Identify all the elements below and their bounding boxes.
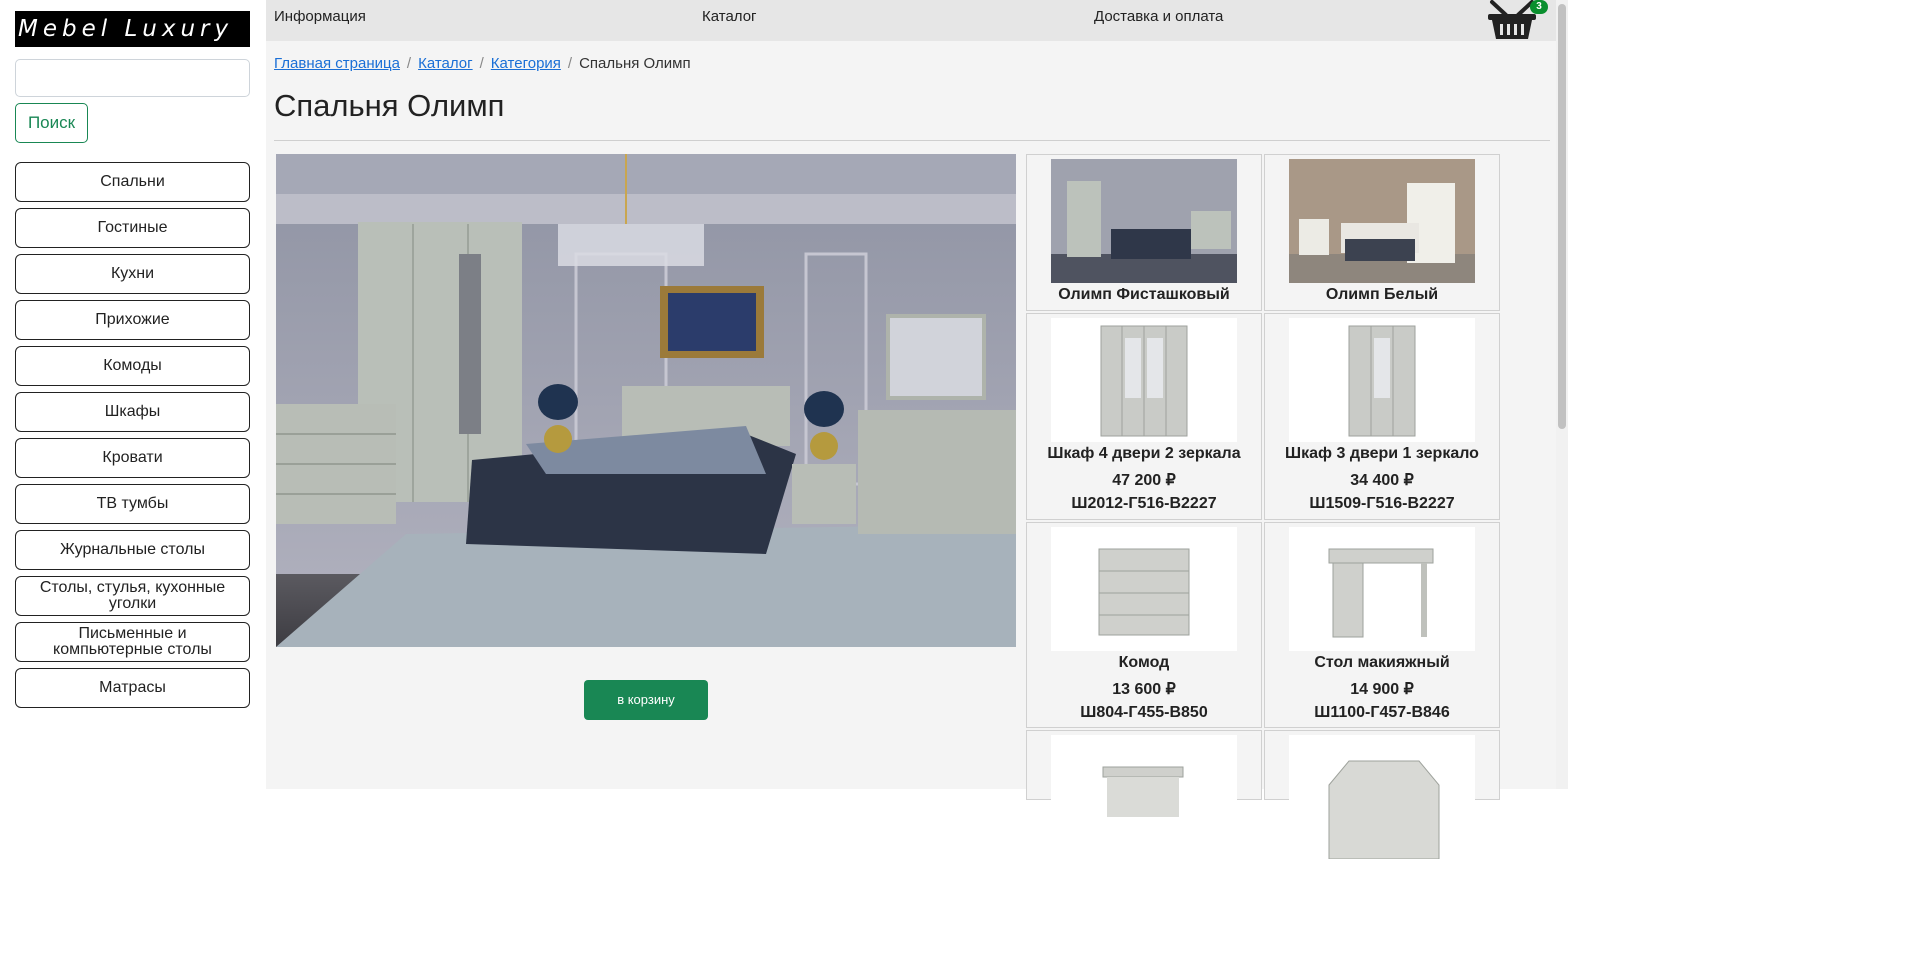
breadcrumb-category[interactable]: Категория (491, 55, 561, 72)
product-thumbnail (1051, 159, 1237, 283)
product-card[interactable]: Олимп Белый (1264, 154, 1500, 311)
category-button-wardrobes[interactable]: Шкафы (15, 392, 250, 432)
product-name: Шкаф 4 двери 2 зеркала (1047, 445, 1241, 462)
product-thumbnail (1051, 318, 1237, 442)
category-button-hallways[interactable]: Прихожие (15, 300, 250, 340)
search-button[interactable]: Поиск (15, 103, 88, 143)
page-scrollbar[interactable] (1556, 0, 1568, 789)
title-divider (274, 140, 1550, 141)
product-thumbnail (1289, 735, 1475, 859)
nav-link-info[interactable]: Информация (274, 0, 366, 33)
scrollbar-thumb[interactable] (1558, 4, 1566, 429)
product-name: Комод (1118, 654, 1170, 671)
product-card[interactable]: Олимп Фисташковый (1026, 154, 1262, 311)
product-dimensions: Ш2012-Г516-В2227 (1071, 495, 1217, 512)
cart-count-badge: 3 (1530, 0, 1548, 14)
page-title: Спальня Олимп (274, 88, 505, 123)
add-to-cart-button[interactable]: в корзину (584, 680, 708, 720)
site-logo[interactable]: Mebel Luxury (15, 11, 250, 47)
top-navigation: Информация Каталог Доставка и оплата 3 (266, 0, 1568, 41)
product-card[interactable]: Шкаф 3 двери 1 зеркало 34 400 ₽ Ш1509-Г5… (1264, 313, 1500, 520)
product-dimensions: Ш1509-Г516-В2227 (1309, 495, 1455, 512)
category-button-tv-stands[interactable]: ТВ тумбы (15, 484, 250, 524)
product-thumbnail (1051, 527, 1237, 651)
product-card[interactable]: Комод 13 600 ₽ Ш804-Г455-В850 (1026, 522, 1262, 728)
product-thumbnail (1289, 318, 1475, 442)
product-card[interactable]: Шкаф 4 двери 2 зеркала 47 200 ₽ Ш2012-Г5… (1026, 313, 1262, 520)
category-button-desks[interactable]: Письменные и компьютерные столы (15, 622, 250, 662)
category-button-living-rooms[interactable]: Гостиные (15, 208, 250, 248)
product-thumbnail (1289, 159, 1475, 283)
category-button-kitchens[interactable]: Кухни (15, 254, 250, 294)
product-card[interactable] (1264, 730, 1500, 859)
product-dimensions: Ш1100-Г457-В846 (1314, 704, 1450, 721)
product-main-image[interactable] (276, 154, 1016, 647)
product-price: 14 900 ₽ (1350, 681, 1414, 698)
category-button-mattresses[interactable]: Матрасы (15, 668, 250, 708)
sidebar: Mebel Luxury Поиск Спальни Гостиные Кухн… (0, 0, 266, 789)
breadcrumb-separator: / (567, 55, 573, 72)
category-button-dressers[interactable]: Комоды (15, 346, 250, 386)
product-card[interactable] (1026, 730, 1262, 859)
product-name: Олимп Фисташковый (1058, 286, 1230, 303)
breadcrumb-separator: / (479, 55, 484, 72)
product-card[interactable]: Стол макияжный 14 900 ₽ Ш1100-Г457-В846 (1264, 522, 1500, 728)
product-thumbnail (1051, 735, 1237, 859)
nav-link-catalog[interactable]: Каталог (702, 0, 757, 33)
category-button-tables-chairs[interactable]: Столы, стулья, кухонные уголки (15, 576, 250, 616)
breadcrumb: Главная страница / Каталог / Категория /… (274, 55, 691, 72)
breadcrumb-current: Спальня Олимп (579, 55, 691, 72)
category-button-bedrooms[interactable]: Спальни (15, 162, 250, 202)
product-price: 13 600 ₽ (1112, 681, 1176, 698)
breadcrumb-catalog[interactable]: Каталог (418, 55, 473, 72)
product-name: Шкаф 3 двери 1 зеркало (1285, 445, 1479, 462)
product-name: Стол макияжный (1314, 654, 1450, 671)
breadcrumb-home[interactable]: Главная страница (274, 55, 400, 72)
product-price: 34 400 ₽ (1350, 472, 1414, 489)
category-button-coffee-tables[interactable]: Журнальные столы (15, 530, 250, 570)
main-content: Информация Каталог Доставка и оплата 3 Г… (266, 0, 1568, 859)
product-dimensions: Ш804-Г455-В850 (1080, 704, 1208, 721)
product-thumbnail (1289, 527, 1475, 651)
product-price: 47 200 ₽ (1112, 472, 1176, 489)
product-name: Олимп Белый (1325, 286, 1439, 303)
nav-link-delivery[interactable]: Доставка и оплата (1094, 0, 1223, 33)
breadcrumb-separator: / (406, 55, 412, 72)
search-input[interactable] (15, 59, 250, 97)
category-button-beds[interactable]: Кровати (15, 438, 250, 478)
